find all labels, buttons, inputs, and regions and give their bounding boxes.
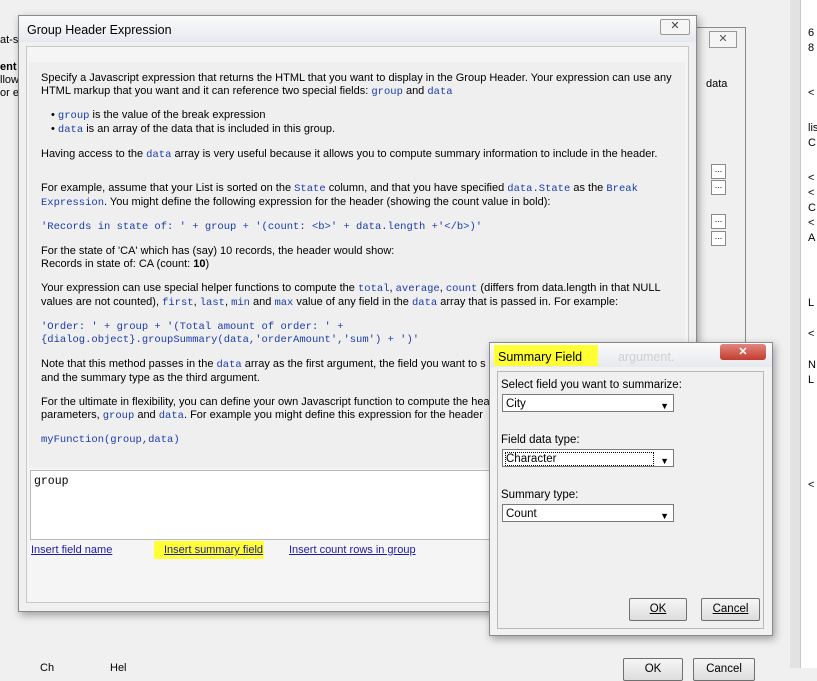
summary-titlebar: Summary Field argument. ✕ [490,343,772,367]
background-ok-button[interactable]: OK [623,658,683,681]
right-col-texts: 6 8 < lis C < < C < A L < N L < [808,26,817,493]
dropdown-arrow-icon: ▼ [660,511,669,521]
insert-field-name-link[interactable]: Insert field name [31,544,112,556]
code-example-2-line-1: 'Order: ' + group + '(Total amount of or… [41,321,344,333]
background-cancel-button[interactable]: Cancel [693,658,755,681]
bullet-data: • data is an array of the data that is i… [51,123,336,136]
right-text: 8 [808,42,815,54]
summary-type-label: Summary type: [501,489,579,501]
bottom-mid-text: Hel [110,662,127,674]
bottom-label: Ch [40,662,55,674]
field-data-type-label: Field data type: [501,434,580,446]
right-text: 6 [808,27,815,39]
ellipsis-button[interactable]: ... [711,180,726,195]
help-example: For example, assume that your List is so… [41,182,638,209]
close-button[interactable]: ✕ [660,19,690,35]
right-text: L [808,374,815,386]
right-text: < [808,172,815,184]
right-text: C [808,137,816,149]
expression-value: group [34,475,69,488]
insert-count-rows-link[interactable]: Insert count rows in group [289,544,416,556]
help-bullets: • group is the value of the break expres… [51,109,673,137]
code-example-1: 'Records in state of: ' + group + '(coun… [41,221,483,233]
ellipsis-button[interactable]: ... [711,214,726,229]
help-result-line: Records in state of: CA (count: 10) [41,258,210,270]
right-text: < [808,87,815,99]
insert-summary-field-link[interactable]: Insert summary field [164,544,263,556]
right-text: A [808,232,816,244]
right-text: L [808,297,815,309]
background-data-text: data [706,78,728,90]
summary-field-dialog: Summary Field argument. ✕ Select field y… [489,342,773,636]
ellipsis-button[interactable]: ... [711,164,726,179]
summary-dialog-title: Summary Field [498,350,583,364]
bottom-left-text: Ch [40,662,54,674]
right-text: N [808,359,816,371]
right-text: < [808,479,815,491]
summary-cancel-button[interactable]: Cancel [701,598,760,621]
bullet-group: • group is the value of the break expres… [51,109,266,122]
summary-close-button[interactable]: ✕ [720,344,766,360]
summary-type-select[interactable]: Count ▼ [502,504,674,522]
dialog-titlebar: Group Header Expression ✕ [19,16,696,42]
field-data-type-value: Character [505,452,654,466]
bottom-label: Hel [110,662,127,674]
help-helpers: Your expression can use special helper f… [41,282,661,309]
summary-obscured-text: argument. [618,350,675,364]
dropdown-arrow-icon: ▼ [660,456,669,466]
ellipsis-button[interactable]: ... [711,231,726,246]
right-text: < [808,187,815,199]
help-state-line: For the state of 'CA' which has (say) 10… [41,245,395,257]
help-having: Having access to the data array is very … [41,148,658,161]
dialog-title: Group Header Expression [27,23,172,37]
help-intro: Specify a Javascript expression that ret… [41,72,672,98]
right-text: < [808,217,815,229]
field-data-type-select[interactable]: Character ▼ [502,449,674,467]
right-text: < [808,328,815,340]
right-text: C [808,202,816,214]
dropdown-arrow-icon: ▼ [660,401,669,411]
summarize-field-select[interactable]: City ▼ [502,394,674,412]
summary-type-value: Count [506,508,537,520]
summary-ok-button[interactable]: OK [629,598,687,621]
background-right-strip [790,0,800,668]
select-field-label: Select field you want to summarize: [501,379,682,391]
summarize-field-value: City [506,398,526,410]
right-text: lis [808,122,817,134]
close-icon[interactable]: ✕ [709,31,737,48]
